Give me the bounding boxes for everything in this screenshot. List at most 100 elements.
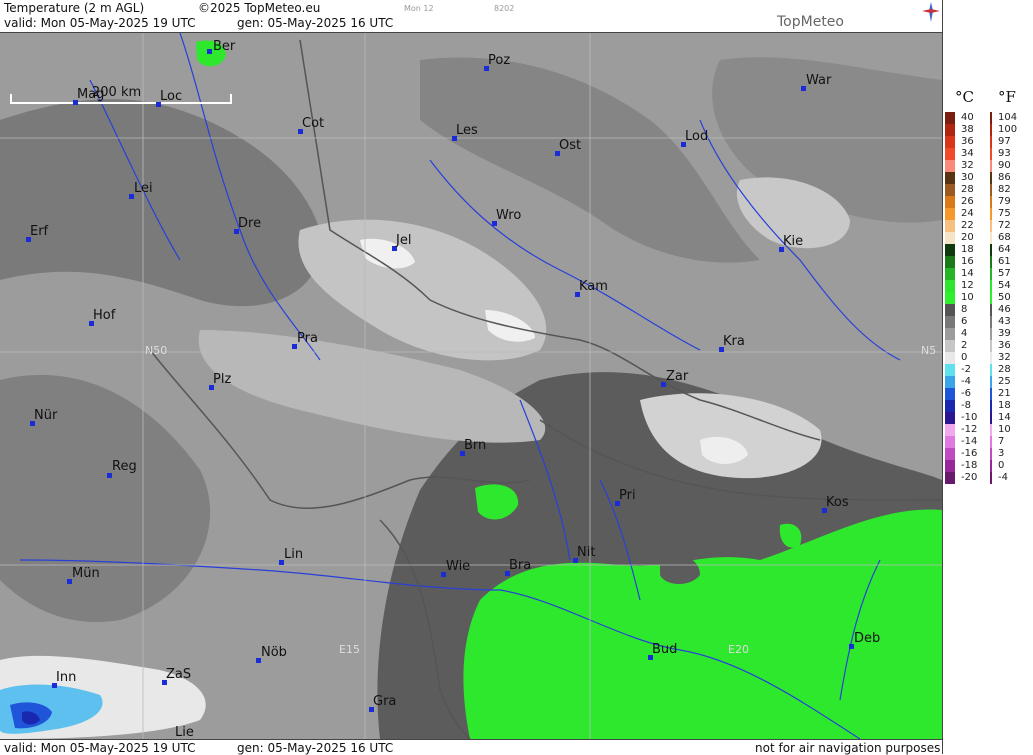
map-footer: valid: Mon 05-May-2025 19 UTC gen: 05-Ma… xyxy=(0,739,942,755)
legend-celsius-label: 26 xyxy=(961,196,974,207)
footer-valid-time: valid: Mon 05-May-2025 19 UTC xyxy=(4,741,196,755)
product-code: 8202 xyxy=(494,4,515,13)
legend-celsius-label: -6 xyxy=(961,388,971,399)
city-label: Kos xyxy=(826,495,849,510)
disclaimer: not for air navigation purposes xyxy=(755,741,941,755)
legend-fahrenheit-label: 64 xyxy=(998,244,1011,255)
legend-row: 20 68 xyxy=(943,232,1033,244)
legend-row: -14 7 xyxy=(943,436,1033,448)
legend-swatch xyxy=(945,172,955,184)
legend-celsius-label: -14 xyxy=(961,436,978,447)
legend-row: 16 61 xyxy=(943,256,1033,268)
legend-celsius-label: -4 xyxy=(961,376,971,387)
city-label: Wro xyxy=(496,208,522,223)
legend-swatch xyxy=(945,364,955,376)
grid-label-n50-right: N5 xyxy=(921,344,937,357)
legend-swatch-f xyxy=(990,244,992,256)
legend-swatch xyxy=(945,124,955,136)
legend-swatch xyxy=(945,460,955,472)
legend-swatch-f xyxy=(990,400,992,412)
valid-time: valid: Mon 05-May-2025 19 UTC xyxy=(4,16,196,30)
legend-fahrenheit-label: 100 xyxy=(998,124,1018,135)
city-label: Wie xyxy=(446,559,471,574)
legend-fahrenheit-label: 18 xyxy=(998,400,1011,411)
legend-swatch xyxy=(945,220,955,232)
legend-fahrenheit-label: 0 xyxy=(998,460,1005,471)
legend-swatch xyxy=(945,412,955,424)
legend-fahrenheit-label: 10 xyxy=(998,424,1011,435)
copyright: ©2025 TopMeteo.eu xyxy=(198,1,321,15)
legend-swatch xyxy=(945,292,955,304)
legend-swatch xyxy=(945,112,955,124)
legend-row: 22 72 xyxy=(943,220,1033,232)
legend-celsius-label: 24 xyxy=(961,208,974,219)
legend-swatch-f xyxy=(990,292,992,304)
city-label: Poz xyxy=(488,53,511,68)
legend-swatch xyxy=(945,352,955,364)
city-label: Les xyxy=(456,123,478,138)
city-label: ZaS xyxy=(166,667,192,682)
legend-fahrenheit-label: 32 xyxy=(998,352,1011,363)
legend-celsius-label: 8 xyxy=(961,304,968,315)
legend-swatch-f xyxy=(990,124,992,136)
legend-fahrenheit-label: 25 xyxy=(998,376,1011,387)
legend-swatch-f xyxy=(990,472,992,484)
city-label: Reg xyxy=(112,459,137,474)
city-label: Jel xyxy=(396,233,412,248)
grid-label-e15: E15 xyxy=(339,643,360,656)
legend-swatch xyxy=(945,340,955,352)
legend-swatch-f xyxy=(990,208,992,220)
legend-unit-celsius: °C xyxy=(955,88,974,106)
city-label: Pra xyxy=(297,331,318,346)
legend-celsius-label: -20 xyxy=(961,472,978,483)
legend-fahrenheit-label: 79 xyxy=(998,196,1011,207)
legend-swatch-f xyxy=(990,196,992,208)
legend-fahrenheit-label: 14 xyxy=(998,412,1011,423)
legend-swatch-f xyxy=(990,352,992,364)
legend-row: 36 97 xyxy=(943,136,1033,148)
legend-swatch-f xyxy=(990,268,992,280)
legend-swatch xyxy=(945,244,955,256)
legend-swatch xyxy=(945,376,955,388)
legend-row: 18 64 xyxy=(943,244,1033,256)
legend-swatch-f xyxy=(990,448,992,460)
city-label: Hof xyxy=(93,308,116,323)
legend-fahrenheit-label: 36 xyxy=(998,340,1011,351)
legend-fahrenheit-label: 3 xyxy=(998,448,1005,459)
city-label: Bud xyxy=(652,642,678,657)
legend-swatch xyxy=(945,136,955,148)
legend-row: 0 32 xyxy=(943,352,1033,364)
legend-celsius-label: 38 xyxy=(961,124,974,135)
legend-swatch xyxy=(945,232,955,244)
legend-fahrenheit-label: 28 xyxy=(998,364,1011,375)
legend-row: -2 28 xyxy=(943,364,1033,376)
legend-unit-fahrenheit: °F xyxy=(998,88,1016,106)
legend-celsius-label: -12 xyxy=(961,424,978,435)
city-label: Nöb xyxy=(261,645,287,660)
legend-swatch-f xyxy=(990,364,992,376)
legend-fahrenheit-label: 93 xyxy=(998,148,1011,159)
footer-generated-time: gen: 05-May-2025 16 UTC xyxy=(237,741,394,755)
legend-swatch xyxy=(945,208,955,220)
legend-celsius-label: 0 xyxy=(961,352,968,363)
city-label: Kra xyxy=(723,334,745,349)
legend-fahrenheit-label: 46 xyxy=(998,304,1011,315)
legend-fahrenheit-label: 75 xyxy=(998,208,1011,219)
legend-fahrenheit-label: -4 xyxy=(998,472,1008,483)
city-label: Zar xyxy=(666,369,689,384)
city-label: Inn xyxy=(56,670,77,685)
legend-row: 8 46 xyxy=(943,304,1033,316)
legend-celsius-label: 40 xyxy=(961,112,974,123)
legend-celsius-label: -8 xyxy=(961,400,971,411)
temperature-map[interactable]: 200 km N50 N5 E15 E20 Ber Poz War Mag Lo… xyxy=(0,33,942,739)
legend-fahrenheit-label: 39 xyxy=(998,328,1011,339)
legend-swatch-f xyxy=(990,112,992,124)
legend-row: -6 21 xyxy=(943,388,1033,400)
legend-swatch xyxy=(945,472,955,484)
legend-swatch xyxy=(945,148,955,160)
legend-fahrenheit-label: 61 xyxy=(998,256,1011,267)
legend-swatch-f xyxy=(990,136,992,148)
legend-row: 12 54 xyxy=(943,280,1033,292)
legend-row: 32 90 xyxy=(943,160,1033,172)
map-title: Temperature (2 m AGL) xyxy=(4,1,145,15)
